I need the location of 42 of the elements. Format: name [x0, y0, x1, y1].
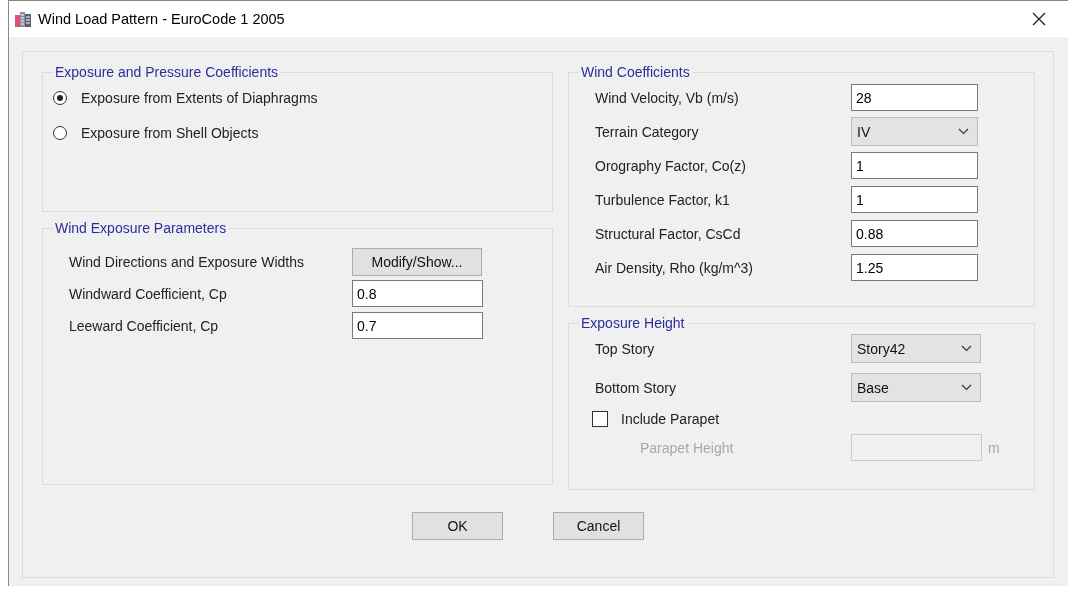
group-title: Exposure and Pressure Coefficients — [54, 64, 280, 80]
cancel-button[interactable]: Cancel — [553, 512, 644, 540]
close-icon[interactable] — [1032, 12, 1046, 26]
checkbox[interactable] — [592, 411, 608, 427]
input-field[interactable]: 1 — [851, 186, 978, 213]
field-label: Structural Factor, CsCd — [595, 225, 742, 242]
input-field[interactable]: 0.8 — [352, 280, 483, 307]
checkbox-label: Include Parapet — [621, 411, 720, 427]
input-field[interactable]: 1 — [851, 152, 978, 179]
chevron-down-icon — [958, 128, 969, 135]
chevron-down-icon — [961, 345, 972, 352]
group-title: Wind Coefficients — [580, 64, 691, 80]
dropdown[interactable]: Base — [851, 373, 981, 402]
field-label: Windward Coefficient, Cp — [69, 285, 228, 302]
unit-label: m — [988, 439, 1000, 456]
ok-button[interactable]: OK — [412, 512, 503, 540]
input-field[interactable]: 0.7 — [352, 312, 483, 339]
input-field[interactable]: 28 — [851, 84, 978, 111]
field-label: Orography Factor, Co(z) — [595, 157, 747, 174]
field-label: Bottom Story — [595, 379, 677, 396]
field-label: Turbulence Factor, k1 — [595, 191, 731, 208]
window-title: Wind Load Pattern - EuroCode 1 2005 — [38, 11, 286, 27]
radio-label: Exposure from Extents of Diaphragms — [81, 89, 318, 106]
field-label: Leeward Coefficient, Cp — [69, 317, 220, 334]
group-title: Exposure Height — [580, 315, 686, 331]
input-field[interactable]: 1.25 — [851, 254, 978, 281]
field-label: Wind Directions and Exposure Widths — [69, 253, 305, 270]
input-field[interactable]: 0.88 — [851, 220, 978, 247]
field-label: Terrain Category — [595, 123, 700, 140]
radio-button[interactable] — [53, 90, 67, 105]
field-label: Air Density, Rho (kg/m^3) — [595, 259, 754, 276]
group-title: Wind Exposure Parameters — [54, 220, 228, 236]
radio-button[interactable] — [53, 125, 67, 140]
field-label: Parapet Height — [640, 439, 735, 456]
field-label: Top Story — [595, 340, 656, 357]
field-label: Wind Velocity, Vb (m/s) — [595, 89, 740, 106]
dropdown[interactable]: Story42 — [851, 334, 981, 363]
dropdown[interactable]: IV — [851, 117, 978, 146]
modify-show-button[interactable]: Modify/Show... — [352, 247, 482, 276]
chevron-down-icon — [961, 384, 972, 391]
building-icon — [14, 10, 32, 28]
radio-label: Exposure from Shell Objects — [81, 124, 259, 141]
